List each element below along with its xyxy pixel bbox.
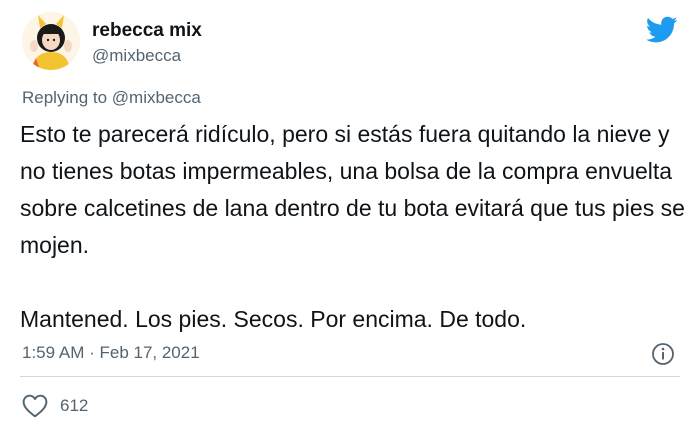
replying-to-label: Replying to — [22, 88, 112, 107]
tweet-card: rebecca mix @mixbecca Replying to @mixbe… — [0, 0, 700, 433]
divider — [20, 376, 680, 377]
author-handle[interactable]: @mixbecca — [92, 46, 181, 66]
tweet-paragraph-2: Mantened. Los pies. Secos. Por encima. D… — [20, 306, 527, 332]
avatar-image — [22, 12, 80, 70]
tweet-paragraph-1: Esto te parecerá ridículo, pero si estás… — [20, 121, 692, 258]
replying-to: Replying to @mixbecca — [22, 88, 201, 108]
avatar[interactable] — [22, 12, 80, 70]
author-name[interactable]: rebecca mix — [92, 20, 202, 42]
tweet-timestamp[interactable]: 1:59 AM · Feb 17, 2021 — [22, 343, 200, 363]
info-icon[interactable] — [651, 342, 675, 366]
tweet-text: Esto te parecerá ridículo, pero si estás… — [20, 116, 696, 338]
replying-to-mention[interactable]: @mixbecca — [112, 88, 201, 107]
heart-icon[interactable] — [22, 394, 48, 418]
like-action[interactable]: 612 — [22, 394, 88, 418]
like-count: 612 — [60, 396, 89, 415]
twitter-bird-icon[interactable] — [646, 16, 678, 44]
